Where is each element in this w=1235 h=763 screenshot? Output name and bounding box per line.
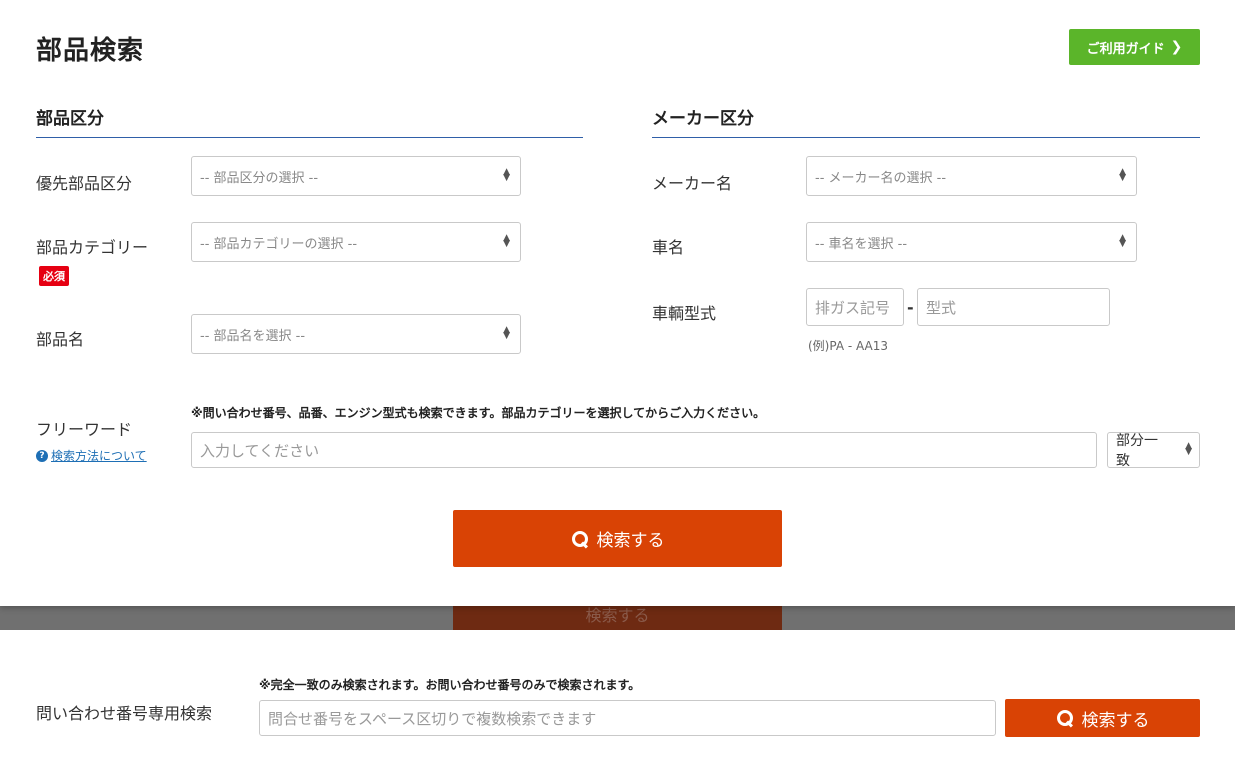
select-arrows-icon: ▲ ▼ bbox=[1119, 233, 1126, 249]
search-icon bbox=[1056, 709, 1074, 727]
background-search-button: 検索する bbox=[453, 606, 782, 630]
search-button[interactable]: 検索する bbox=[453, 510, 782, 567]
maker-select-value: -- メーカー名の選択 -- bbox=[815, 170, 947, 186]
inquiry-search-panel: 問い合わせ番号専用検索 ※完全一致のみ検索されます。お問い合わせ番号のみで検索さ… bbox=[0, 630, 1235, 763]
guide-button[interactable]: ご利用ガイド ❯ bbox=[1069, 29, 1200, 65]
select-arrows-icon: ▲ ▼ bbox=[1119, 167, 1126, 183]
select-arrows-icon: ▲ ▼ bbox=[503, 233, 510, 249]
question-icon: ? bbox=[36, 449, 48, 462]
model-dash: - bbox=[907, 298, 914, 317]
emission-code-input[interactable]: 排ガス記号 bbox=[806, 288, 904, 326]
category-select[interactable]: -- 部品カテゴリーの選択 -- ▲ ▼ bbox=[191, 222, 521, 262]
search-help-text: 検索方法について bbox=[51, 449, 147, 463]
part-name-select[interactable]: -- 部品名を選択 -- ▲ ▼ bbox=[191, 314, 521, 354]
maker-label: メーカー名 bbox=[652, 174, 733, 193]
category-select-value: -- 部品カテゴリーの選択 -- bbox=[200, 236, 358, 252]
modal-backdrop: 検索する bbox=[0, 606, 1235, 630]
inquiry-notice: ※完全一致のみ検索されます。お問い合わせ番号のみで検索されます。 bbox=[259, 678, 641, 692]
search-help-link[interactable]: ? 検索方法について bbox=[36, 447, 147, 464]
select-arrows-icon: ▲ ▼ bbox=[503, 167, 510, 183]
required-badge: 必須 bbox=[39, 266, 69, 286]
model-label: 車輌型式 bbox=[652, 304, 717, 323]
inquiry-search-button[interactable]: 検索する bbox=[1005, 699, 1200, 737]
inquiry-input[interactable]: 問合せ番号をスペース区切りで複数検索できます bbox=[259, 700, 996, 736]
part-name-label: 部品名 bbox=[36, 330, 85, 349]
priority-select-value: -- 部品区分の選択 -- bbox=[200, 170, 319, 186]
car-select[interactable]: -- 車名を選択 -- ▲ ▼ bbox=[806, 222, 1137, 262]
freeword-label: フリーワード bbox=[36, 420, 133, 439]
parts-section-title: 部品区分 bbox=[36, 104, 583, 138]
model-input[interactable]: 型式 bbox=[917, 288, 1110, 326]
search-icon bbox=[571, 530, 589, 548]
freeword-input[interactable]: 入力してください bbox=[191, 432, 1097, 468]
priority-label: 優先部品区分 bbox=[36, 174, 133, 193]
car-label: 車名 bbox=[652, 238, 685, 257]
guide-label: ご利用ガイド bbox=[1086, 41, 1165, 57]
search-modal: 部品検索 ご利用ガイド ❯ 部品区分 メーカー区分 優先部品区分 -- 部品区分… bbox=[0, 0, 1235, 606]
page-title: 部品検索 bbox=[36, 36, 145, 66]
chevron-right-icon: ❯ bbox=[1170, 39, 1183, 55]
match-select[interactable]: 部分一致 ▲ ▼ bbox=[1107, 432, 1200, 469]
search-button-label: 検索する bbox=[596, 531, 665, 551]
maker-section-title: メーカー区分 bbox=[652, 104, 1200, 138]
model-example: (例)PA - AA13 bbox=[808, 339, 889, 353]
part-name-select-value: -- 部品名を選択 -- bbox=[200, 328, 306, 344]
match-select-value: 部分一致 bbox=[1116, 433, 1158, 469]
car-select-value: -- 車名を選択 -- bbox=[815, 236, 908, 252]
select-arrows-icon: ▲ ▼ bbox=[1185, 441, 1192, 457]
freeword-notice: ※問い合わせ番号、品番、エンジン型式も検索できます。部品カテゴリーを選択してから… bbox=[191, 406, 766, 420]
inquiry-search-label: 検索する bbox=[1081, 710, 1150, 731]
category-label: 部品カテゴリー bbox=[36, 238, 149, 257]
select-arrows-icon: ▲ ▼ bbox=[503, 325, 510, 341]
inquiry-label: 問い合わせ番号専用検索 bbox=[36, 704, 213, 723]
priority-select[interactable]: -- 部品区分の選択 -- ▲ ▼ bbox=[191, 156, 521, 196]
maker-select[interactable]: -- メーカー名の選択 -- ▲ ▼ bbox=[806, 156, 1137, 196]
